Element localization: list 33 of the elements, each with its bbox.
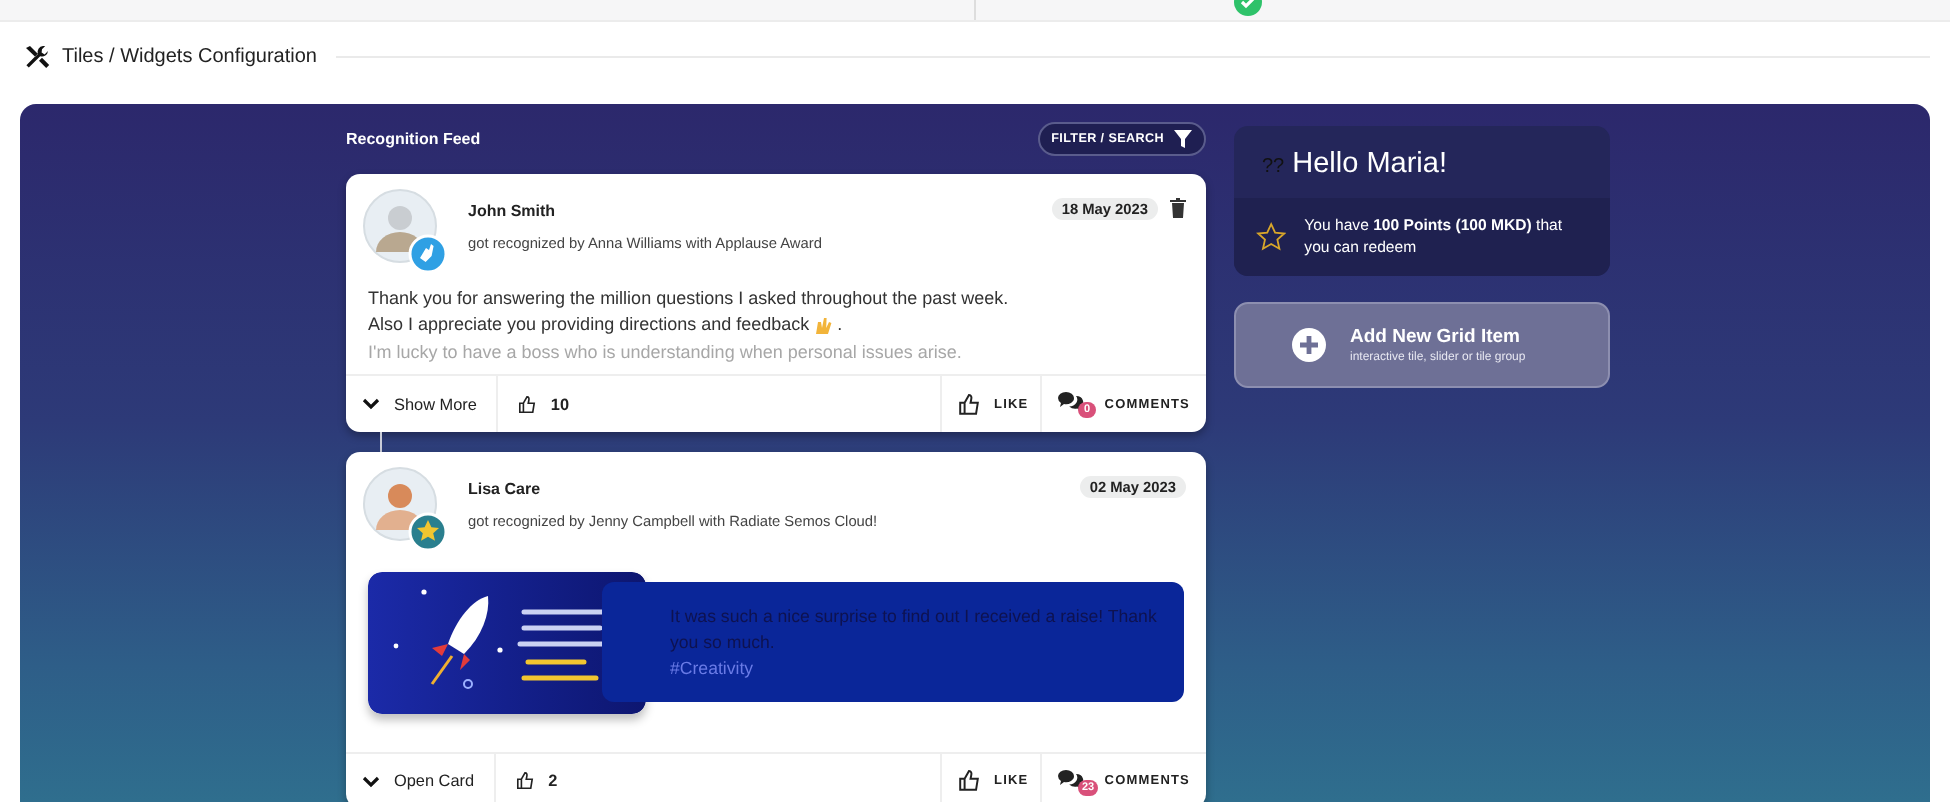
greeting-text: Hello Maria! (1292, 148, 1447, 180)
chevron-down-icon (362, 775, 380, 788)
thumbs-up-icon (958, 393, 980, 416)
feed-title: Recognition Feed (346, 129, 481, 148)
message-text: . (837, 312, 843, 339)
plus-icon (1292, 328, 1326, 362)
filter-icon (1174, 129, 1192, 148)
clapping-badge-icon (408, 233, 448, 274)
tile-title: Add New Grid Item (1350, 326, 1522, 348)
message-text: Thank you for answering the million questions I asked throughout the past week. (368, 285, 1009, 312)
tools-icon (24, 43, 50, 69)
like-count: 10 (550, 395, 570, 414)
chat-bubbles-icon (1058, 390, 1084, 413)
hashtag: #Creativity (670, 655, 756, 682)
like-count: 2 (548, 772, 558, 791)
section-title: Tiles / Widgets Configuration (62, 45, 317, 67)
star-badge-icon (408, 511, 448, 552)
person-name: John Smith (468, 201, 558, 220)
raised-hands-icon (813, 316, 834, 337)
message-text: Also I appreciate you providing directions and feedback (368, 312, 810, 339)
chevron-down-icon (362, 398, 380, 411)
message-text: It was such a nice surprise to find out I received a raise! Thank you so much. (670, 603, 1159, 656)
expand-button[interactable]: Open Card (346, 753, 497, 802)
thumbs-up-icon (518, 395, 537, 414)
greeting-prefix: ?? (1262, 156, 1285, 178)
trash-icon[interactable] (1170, 197, 1186, 218)
message-text: I'm lucky to have a boss who is understanding when personal issues arise. (368, 339, 962, 366)
person-name: Lisa Care (468, 479, 543, 498)
thumbs-up-icon (516, 772, 535, 791)
thumbs-up-icon (958, 770, 980, 793)
expand-button[interactable]: Show More (346, 376, 499, 432)
chat-bubbles-icon (1058, 767, 1084, 790)
star-icon (1256, 217, 1287, 255)
